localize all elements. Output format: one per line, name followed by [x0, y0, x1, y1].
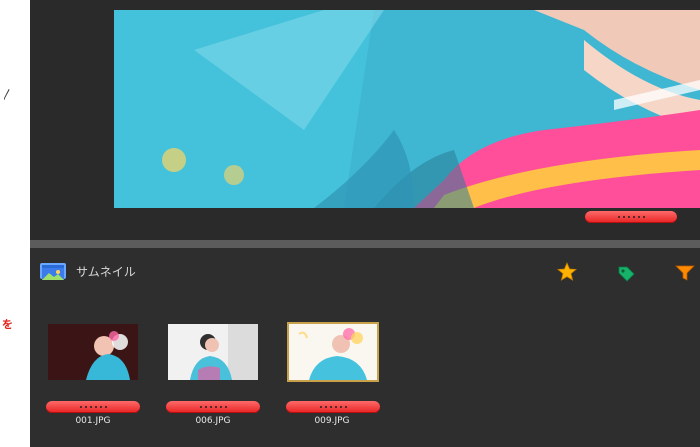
- star-icon[interactable]: [556, 261, 578, 283]
- side-mark-top: 〳: [2, 88, 13, 101]
- thumbnail-rating-009[interactable]: [286, 401, 380, 413]
- thumbnail-rating-001[interactable]: [46, 401, 140, 413]
- photo-viewer-app: サムネイル 001.JPG 006.JPG 009.JPG: [30, 0, 700, 447]
- preview-rating[interactable]: [585, 211, 677, 223]
- side-mark-middle: を: [2, 318, 13, 331]
- thumbnail-009[interactable]: [287, 322, 379, 382]
- thumbnail-rating-006[interactable]: [166, 401, 260, 413]
- left-margin: 〳 を: [0, 0, 30, 447]
- preview-photo: [114, 10, 700, 208]
- picture-icon: [40, 263, 66, 280]
- preview-image: [114, 10, 700, 208]
- thumbnail-001[interactable]: [48, 324, 138, 380]
- thumbnail-label-009: 009.JPG: [314, 416, 350, 426]
- thumbnail-panel: サムネイル 001.JPG 006.JPG 009.JPG: [30, 248, 700, 447]
- panel-divider[interactable]: [30, 240, 700, 248]
- tag-icon[interactable]: [615, 261, 637, 283]
- thumbnail-label-006: 006.JPG: [195, 416, 231, 426]
- filter-icon[interactable]: [674, 261, 696, 283]
- preview-panel: [30, 0, 700, 240]
- thumbnail-panel-title: サムネイル: [76, 265, 136, 279]
- thumbnail-panel-header: サムネイル: [30, 248, 700, 292]
- thumbnail-006[interactable]: [168, 324, 258, 380]
- thumbnail-label-001: 001.JPG: [75, 416, 111, 426]
